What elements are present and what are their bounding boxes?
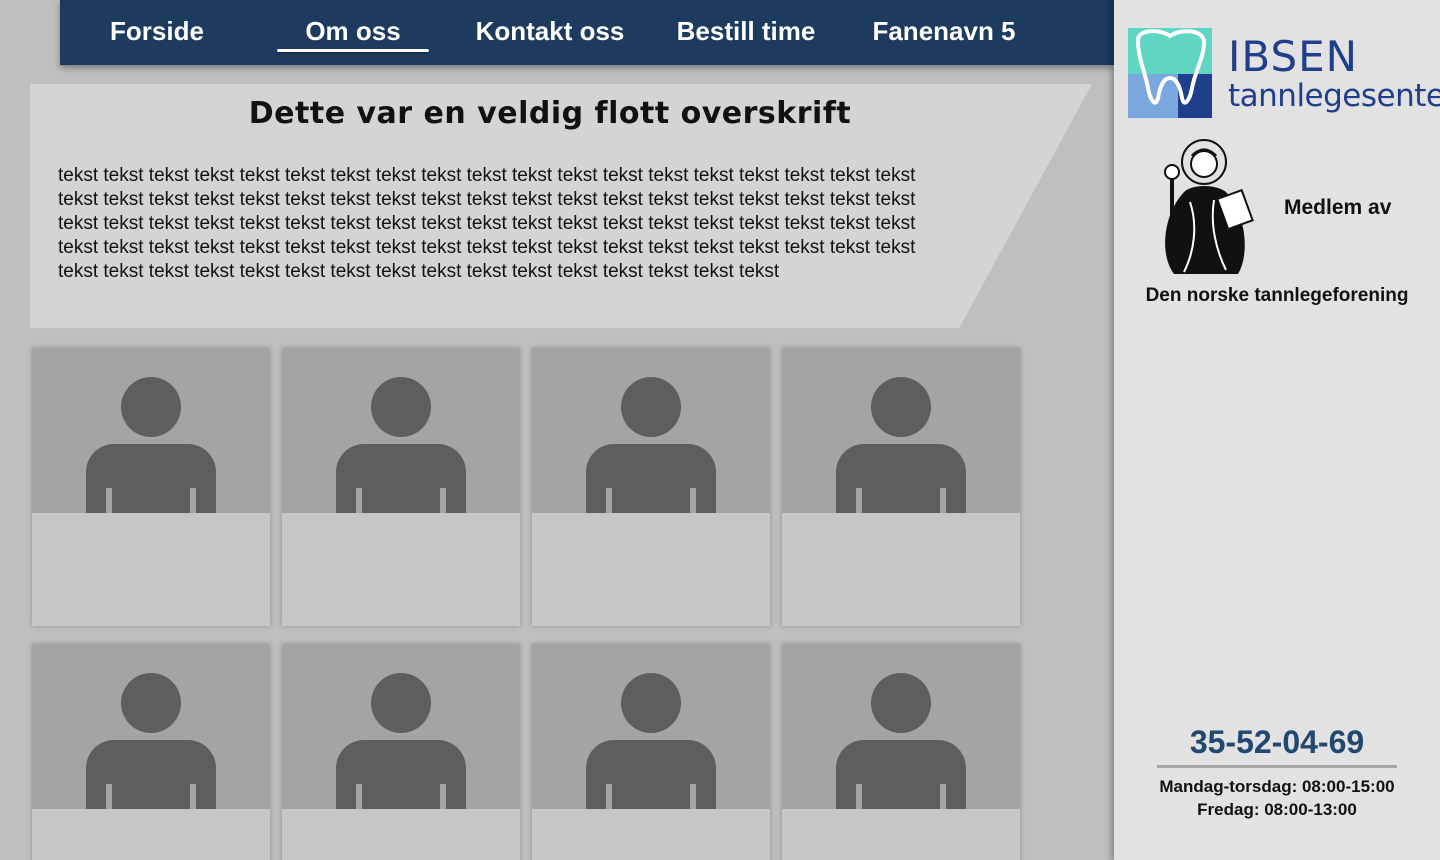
nav-item-kontakt-oss[interactable]: Kontakt oss <box>466 0 634 62</box>
staff-card[interactable] <box>282 644 520 860</box>
staff-card[interactable] <box>32 348 270 626</box>
person-placeholder-icon <box>532 348 770 513</box>
logo-title: IBSEN <box>1228 32 1359 81</box>
phone-number[interactable]: 35-52-04-69 <box>1114 724 1440 761</box>
staff-card[interactable] <box>532 644 770 860</box>
person-placeholder-icon <box>32 644 270 809</box>
nav-item-om-oss[interactable]: Om oss <box>278 0 428 62</box>
logo-subtitle: tannlegesenter <box>1228 78 1440 114</box>
page-title: Dette var en veldig flott overskrift <box>248 96 852 131</box>
member-label: Medlem av <box>1284 196 1392 219</box>
sidebar: IBSEN tannlegesenter Medlem av Den norsk… <box>1114 0 1440 860</box>
staff-card[interactable] <box>32 644 270 860</box>
phone-divider <box>1157 765 1397 768</box>
person-placeholder-icon <box>782 348 1020 513</box>
opening-hours-weekdays: Mandag-torsdag: 08:00-15:00 <box>1159 777 1395 796</box>
person-placeholder-icon <box>282 644 520 809</box>
tooth-logo-icon <box>1128 28 1212 118</box>
nav-item-fanenavn-5[interactable]: Fanenavn 5 <box>860 0 1028 62</box>
nav-item-forside[interactable]: Forside <box>90 0 224 62</box>
opening-hours: Mandag-torsdag: 08:00-15:00 Fredag: 08:0… <box>1114 775 1440 821</box>
clinic-logo[interactable]: IBSEN tannlegesenter <box>1128 28 1440 124</box>
opening-hours-friday: Fredag: 08:00-13:00 <box>1197 800 1357 819</box>
staff-card[interactable] <box>282 348 520 626</box>
person-placeholder-icon <box>782 644 1020 809</box>
nav-item-bestill-time[interactable]: Bestill time <box>666 0 826 62</box>
intro-body-text: tekst tekst tekst tekst tekst tekst teks… <box>58 165 916 282</box>
top-navigation: Forside Om oss Kontakt oss Bestill time … <box>60 0 1114 65</box>
saint-apollonia-emblem-icon <box>1164 139 1254 274</box>
association-name: Den norske tannlegeforening <box>1145 285 1409 306</box>
staff-card[interactable] <box>782 348 1020 626</box>
staff-card[interactable] <box>782 644 1020 860</box>
person-placeholder-icon <box>32 348 270 513</box>
staff-card[interactable] <box>532 348 770 626</box>
person-placeholder-icon <box>532 644 770 809</box>
person-placeholder-icon <box>282 348 520 513</box>
